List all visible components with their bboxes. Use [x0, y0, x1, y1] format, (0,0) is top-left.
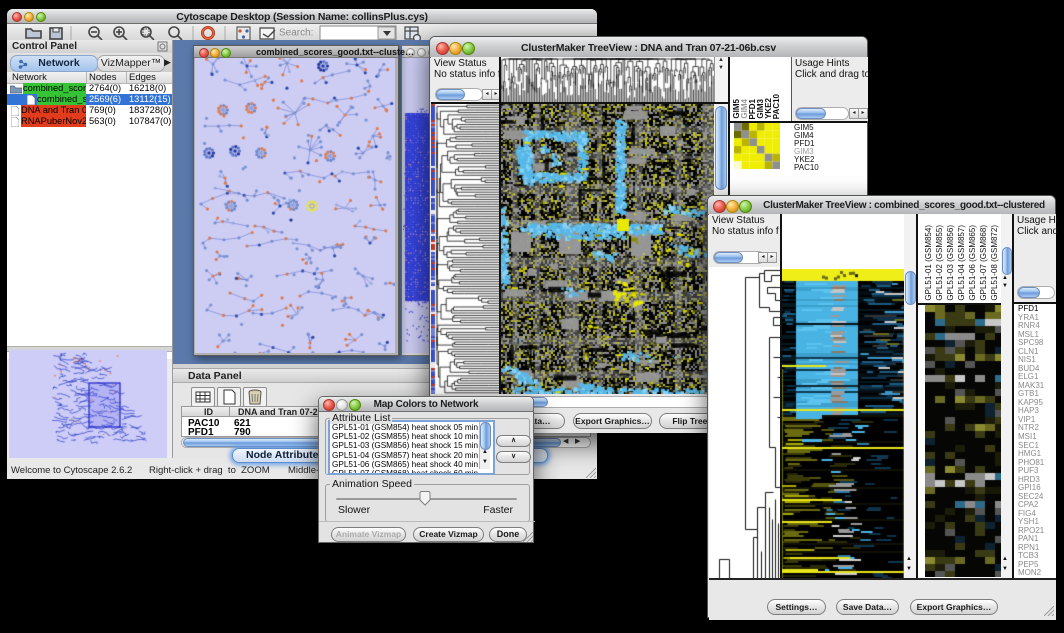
svg-text:Search:: Search:: [279, 28, 313, 39]
